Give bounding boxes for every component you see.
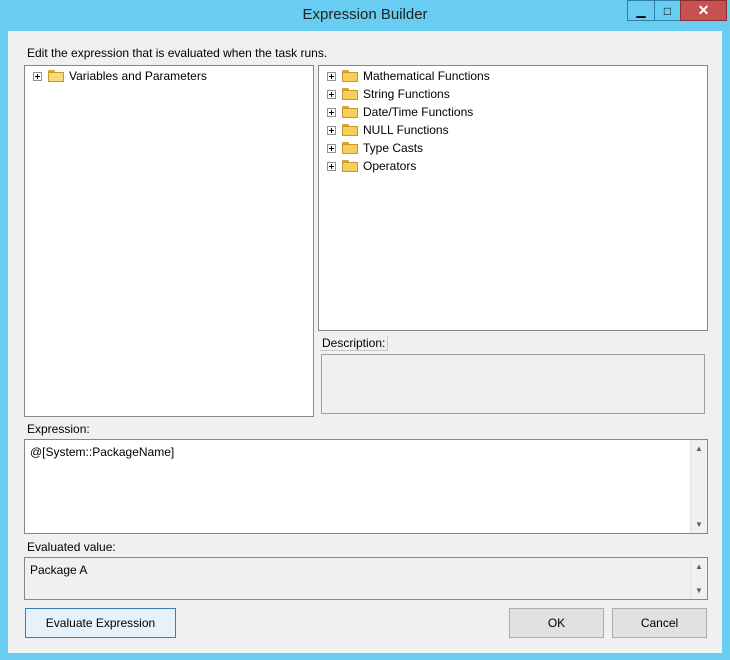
expand-icon[interactable]: [327, 71, 336, 81]
tree-item-type-casts[interactable]: Type Casts: [327, 139, 423, 157]
scroll-up-icon[interactable]: ▲: [691, 558, 707, 575]
close-icon: ✕: [697, 2, 710, 18]
evaluate-expression-button[interactable]: Evaluate Expression: [25, 608, 176, 638]
tree-item-operators[interactable]: Operators: [327, 157, 416, 175]
tree-item-label: Operators: [363, 159, 417, 173]
expand-icon[interactable]: [327, 107, 336, 117]
expression-text: @[System::PackageName]: [30, 445, 175, 459]
close-button[interactable]: ✕: [680, 0, 727, 21]
folder-open-icon: [48, 70, 64, 82]
tree-item-label: NULL Functions: [363, 123, 449, 137]
description-box: [321, 354, 705, 414]
tree-item-label: String Functions: [363, 87, 450, 101]
title-bar[interactable]: Expression Builder ▁ □ ✕: [0, 0, 730, 30]
tree-item-date-time-functions[interactable]: Date/Time Functions: [327, 103, 473, 121]
expand-icon[interactable]: [327, 161, 336, 171]
ok-button[interactable]: OK: [509, 608, 604, 638]
maximize-button[interactable]: □: [654, 0, 681, 21]
scroll-up-icon[interactable]: ▲: [691, 440, 707, 457]
tree-item-mathematical-functions[interactable]: Mathematical Functions: [327, 67, 490, 85]
description-label: Description:: [320, 336, 389, 351]
tree-item-string-functions[interactable]: String Functions: [327, 85, 450, 103]
folder-icon: [342, 160, 358, 172]
expand-icon[interactable]: [327, 89, 336, 99]
expression-builder-window: Expression Builder ▁ □ ✕ Edit the expres…: [0, 0, 730, 660]
dialog-client-area: Edit the expression that is evaluated wh…: [8, 31, 722, 653]
scroll-down-icon[interactable]: ▼: [691, 516, 707, 533]
folder-icon: [342, 106, 358, 118]
expression-input[interactable]: @[System::PackageName] ▲ ▼: [24, 439, 708, 534]
tree-item-label: Type Casts: [363, 141, 424, 155]
expand-icon[interactable]: [327, 143, 336, 153]
scroll-down-icon[interactable]: ▼: [691, 582, 707, 599]
tree-item-variables-and-parameters[interactable]: Variables and Parameters: [33, 67, 207, 85]
variables-tree[interactable]: Variables and Parameters: [24, 65, 314, 417]
folder-icon: [342, 124, 358, 136]
expression-scrollbar[interactable]: ▲ ▼: [690, 440, 707, 533]
cancel-button[interactable]: Cancel: [612, 608, 707, 638]
tree-item-label: Mathematical Functions: [363, 69, 490, 83]
evaluated-value-scrollbar[interactable]: ▲ ▼: [690, 558, 707, 599]
minimize-icon: ▁: [636, 3, 646, 18]
tree-item-label: Variables and Parameters: [69, 69, 207, 83]
folder-icon: [342, 142, 358, 154]
expand-icon[interactable]: [33, 71, 42, 81]
window-title: Expression Builder: [302, 6, 428, 23]
maximize-icon: □: [663, 3, 672, 18]
evaluated-value-text: Package A: [30, 563, 88, 577]
expand-icon[interactable]: [327, 125, 336, 135]
tree-item-null-functions[interactable]: NULL Functions: [327, 121, 449, 139]
functions-tree[interactable]: Mathematical Functions String Functions …: [318, 65, 708, 331]
expression-label: Expression:: [27, 422, 90, 436]
tree-item-label: Date/Time Functions: [363, 105, 474, 119]
evaluated-value-label: Evaluated value:: [27, 540, 116, 554]
evaluated-value-box: Package A ▲ ▼: [24, 557, 708, 600]
folder-icon: [342, 70, 358, 82]
minimize-button[interactable]: ▁: [627, 0, 655, 21]
instruction-label: Edit the expression that is evaluated wh…: [27, 46, 328, 60]
folder-icon: [342, 88, 358, 100]
